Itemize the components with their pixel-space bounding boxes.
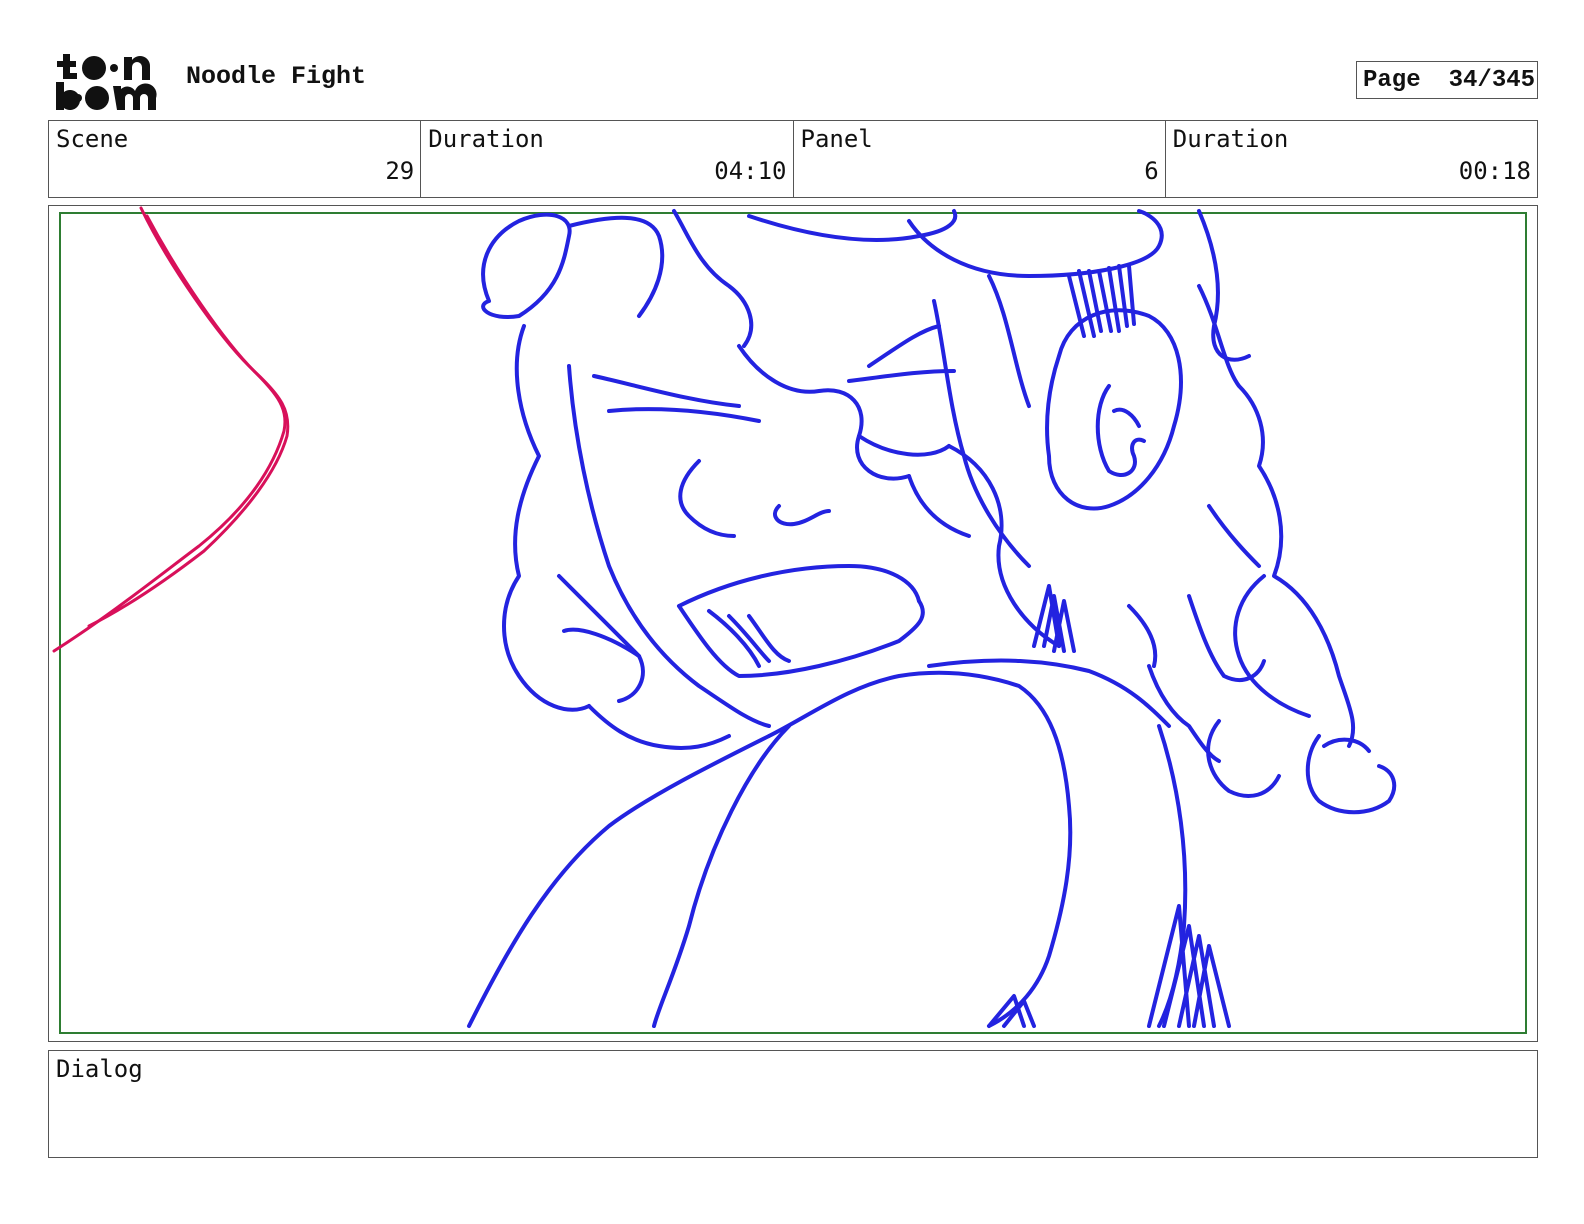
scene-duration-value: 04:10: [714, 157, 787, 185]
dialog-label: Dialog: [56, 1055, 143, 1083]
red-sketch: [52, 206, 290, 653]
safe-frame: [59, 212, 1527, 1034]
scene-duration-cell: Duration 04:10: [421, 121, 794, 197]
scene-value: 29: [385, 157, 415, 185]
page-label: Page: [1363, 66, 1421, 94]
panel-sketch: [52, 206, 1527, 1034]
scene-duration-label: Duration: [428, 125, 544, 153]
page-number: 34/345: [1448, 66, 1536, 94]
panel-duration-label: Duration: [1172, 125, 1289, 153]
storyboard-panel: [48, 205, 1538, 1042]
scene-label: Scene: [56, 125, 129, 153]
panel-duration-value: 00:18: [1458, 157, 1531, 185]
panel-duration-cell: Duration 00:18: [1166, 121, 1537, 197]
panel-cell: Panel 6: [794, 121, 1166, 197]
blue-sketch: [467, 209, 1397, 1028]
panel-info-row: Scene 29 Duration 04:10 Panel 6 Duration…: [48, 120, 1538, 198]
toon-boom-logo: [56, 54, 157, 110]
panel-value: 6: [1144, 157, 1159, 185]
scene-cell: Scene 29: [49, 121, 422, 197]
dialog-box: Dialog: [48, 1050, 1538, 1158]
page-indicator: Page 34/345: [1356, 61, 1538, 99]
panel-label: Panel: [800, 125, 873, 153]
project-title: Noodle Fight: [186, 62, 367, 91]
